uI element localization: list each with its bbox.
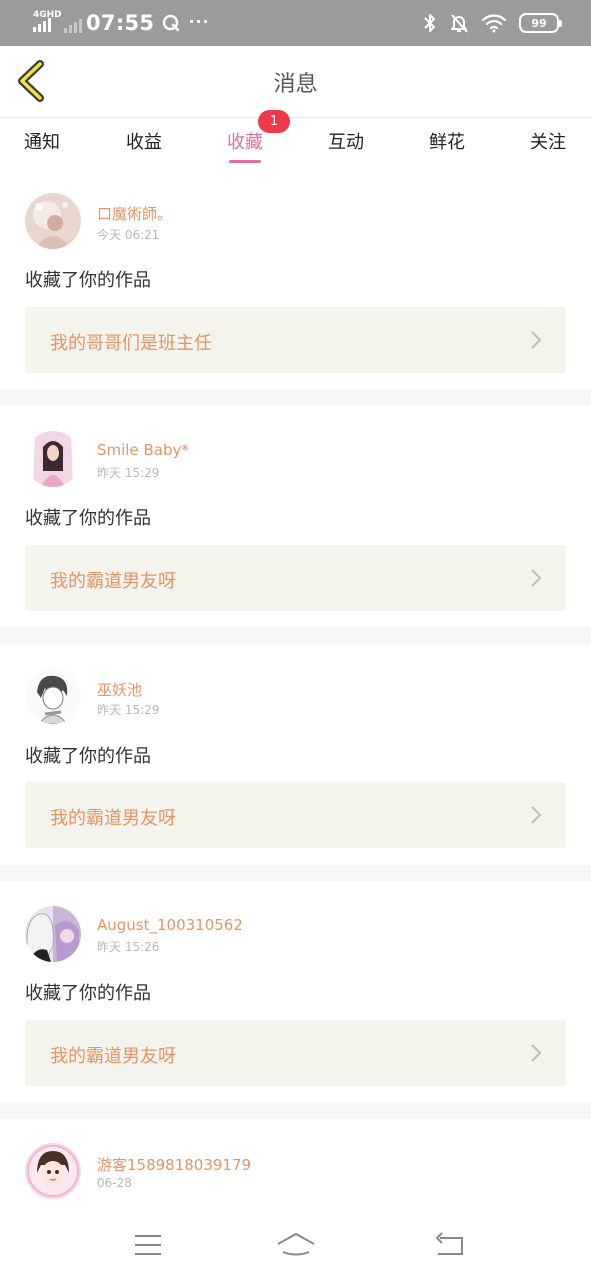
- username[interactable]: 游客1589818039179: [97, 1154, 251, 1175]
- tab-flowers[interactable]: 鲜花: [429, 128, 465, 154]
- tab-interactions[interactable]: 互动: [328, 128, 364, 154]
- work-title: 我的哥哥们是班主任: [50, 333, 212, 354]
- message-card: 口魔術師。 今天 06:21 收藏了你的作品 我的哥哥们是班主任: [0, 174, 591, 389]
- secondary-signal-icon: [64, 19, 82, 33]
- user-avatar[interactable]: [25, 431, 81, 487]
- message-action: 收藏了你的作品: [25, 983, 151, 1004]
- cellular-signal-icon: 4GHD: [32, 10, 62, 36]
- page-title: 消息: [273, 72, 318, 97]
- message-card: 巫妖池 昨天 15:29 收藏了你的作品 我的霸道男友呀: [0, 644, 591, 865]
- chevron-right-icon: [531, 331, 542, 349]
- status-bar: 4GHD 07:55 ··· 99: [0, 0, 591, 46]
- system-nav-bar: [0, 1210, 591, 1280]
- user-avatar[interactable]: [25, 906, 81, 962]
- work-link[interactable]: 我的哥哥们是班主任: [25, 307, 566, 373]
- username[interactable]: Smile Baby*: [97, 441, 189, 459]
- username[interactable]: August_100310562: [97, 916, 243, 934]
- menu-icon[interactable]: [128, 1230, 168, 1260]
- username[interactable]: 口魔術師。: [97, 203, 172, 224]
- message-card: 游客1589818039179 06-28: [0, 1119, 591, 1210]
- silent-bell-icon: [451, 14, 468, 33]
- battery-level: 99: [531, 16, 547, 30]
- message-card: Smile Baby* 昨天 15:29 收藏了你的作品 我的霸道男友呀: [0, 406, 591, 627]
- tab-follows[interactable]: 关注: [530, 128, 566, 154]
- home-icon[interactable]: [276, 1230, 316, 1260]
- chevron-right-icon: [531, 1044, 542, 1062]
- work-link[interactable]: 我的霸道男友呀: [25, 1020, 566, 1086]
- message-action: 收藏了你的作品: [25, 508, 151, 529]
- chevron-right-icon: [531, 569, 542, 587]
- user-avatar[interactable]: [25, 668, 81, 724]
- message-time: 06-28: [97, 1176, 132, 1190]
- message-time: 昨天 15:29: [97, 466, 160, 480]
- work-title: 我的霸道男友呀: [50, 571, 176, 592]
- tab-bar: 通知 收益 收藏 互动 鲜花 关注: [0, 118, 591, 174]
- work-link[interactable]: 我的霸道男友呀: [25, 782, 566, 848]
- back-nav-icon[interactable]: [430, 1230, 470, 1260]
- header: 消息: [0, 46, 591, 118]
- qq-notification-icon: [163, 14, 180, 32]
- tab-active-indicator: [229, 160, 261, 163]
- wifi-icon: [481, 14, 507, 33]
- message-time: 昨天 15:29: [97, 703, 160, 717]
- user-avatar[interactable]: [25, 193, 81, 249]
- tab-favorites[interactable]: 收藏: [227, 128, 263, 163]
- status-time: 07:55: [86, 11, 155, 35]
- favorites-badge: 1: [258, 110, 290, 133]
- more-notifications-icon: ···: [188, 11, 210, 31]
- chevron-right-icon: [531, 806, 542, 824]
- tab-favorites-label: 收藏: [227, 132, 263, 153]
- tab-notifications[interactable]: 通知: [24, 128, 60, 154]
- bluetooth-icon: [424, 14, 435, 32]
- username[interactable]: 巫妖池: [97, 679, 142, 700]
- battery-icon: 99: [519, 13, 562, 33]
- work-link[interactable]: 我的霸道男友呀: [25, 545, 566, 611]
- work-title: 我的霸道男友呀: [50, 1046, 176, 1067]
- tab-earnings[interactable]: 收益: [126, 128, 162, 154]
- message-action: 收藏了你的作品: [25, 746, 151, 767]
- message-time: 今天 06:21: [97, 228, 160, 242]
- message-action: 收藏了你的作品: [25, 270, 151, 291]
- user-avatar[interactable]: [25, 1143, 81, 1199]
- message-card: August_100310562 昨天 15:26 收藏了你的作品 我的霸道男友…: [0, 881, 591, 1102]
- message-time: 昨天 15:26: [97, 940, 160, 954]
- work-title: 我的霸道男友呀: [50, 808, 176, 829]
